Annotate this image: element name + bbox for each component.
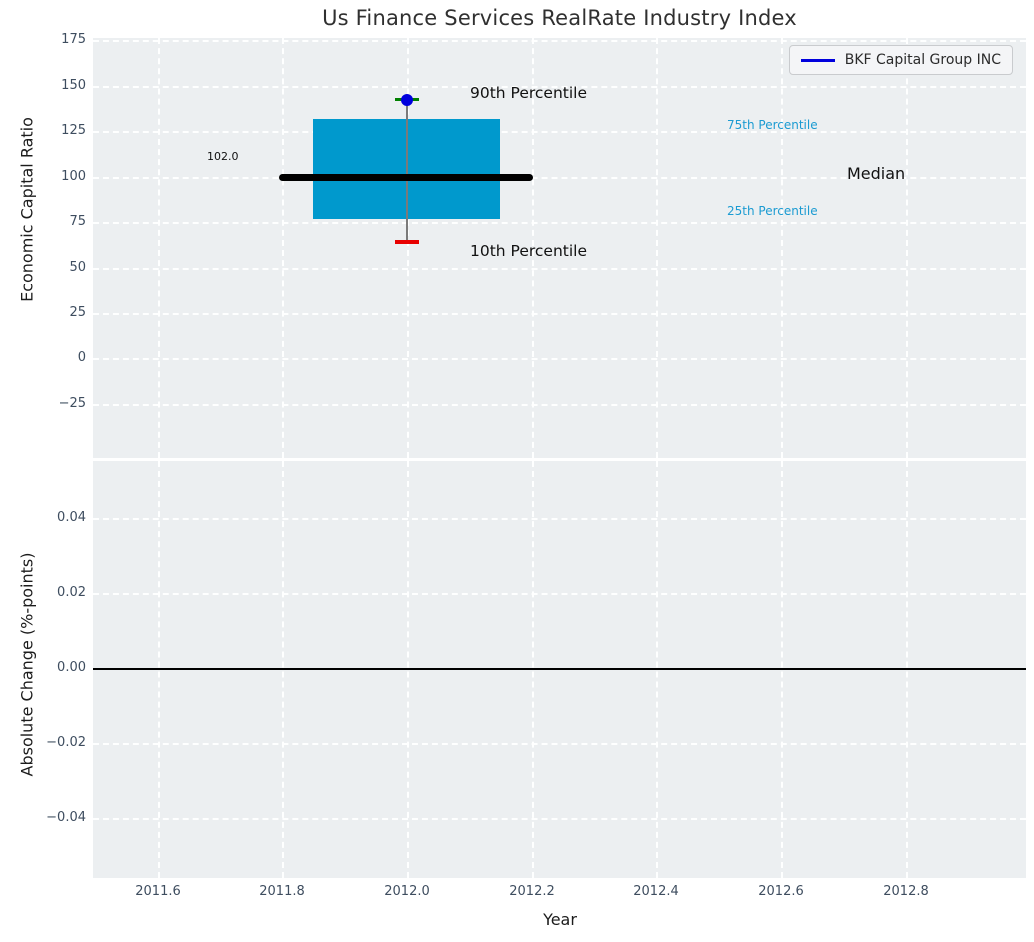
y-tick-label: 0.00 xyxy=(57,660,86,675)
gridline-horizontal xyxy=(93,743,1026,745)
x-tick-label: 2012.6 xyxy=(758,884,804,899)
gridline-horizontal xyxy=(93,518,1026,520)
y-tick-label: 0 xyxy=(77,350,86,365)
x-tick-label: 2011.8 xyxy=(259,884,305,899)
x-axis-label: Year xyxy=(543,910,577,929)
y-tick-label: 75 xyxy=(69,214,86,229)
gridline-vertical xyxy=(906,38,908,458)
y-tick-label: 0.04 xyxy=(57,510,86,525)
y-tick-label: 0.02 xyxy=(57,585,86,600)
bottom-y-axis-label: Absolute Change (%-points) xyxy=(17,552,37,777)
x-tick-label: 2012.0 xyxy=(384,884,430,899)
gridline-vertical xyxy=(158,38,160,458)
y-tick-label: 150 xyxy=(61,78,86,93)
gridline-vertical xyxy=(656,38,658,458)
y-tick-label: 100 xyxy=(61,169,86,184)
y-tick-label: 50 xyxy=(69,260,86,275)
gridline-horizontal xyxy=(93,593,1026,595)
y-tick-label: −0.02 xyxy=(46,735,86,750)
top-y-axis-label: Economic Capital Ratio xyxy=(17,117,37,302)
median-line xyxy=(279,174,533,181)
y-tick-label: −25 xyxy=(58,396,86,411)
gridline-horizontal xyxy=(93,131,1026,133)
y-tick-label: 175 xyxy=(61,32,86,47)
gridline-horizontal xyxy=(93,313,1026,315)
gridline-horizontal xyxy=(93,404,1026,406)
whisker-line xyxy=(406,100,408,242)
x-tick-label: 2012.4 xyxy=(633,884,679,899)
x-tick-label: 2012.8 xyxy=(883,884,929,899)
p75-annotation: 75th Percentile xyxy=(727,118,818,132)
y-tick-label: 125 xyxy=(61,123,86,138)
x-tick-label: 2012.2 xyxy=(509,884,555,899)
gridline-vertical xyxy=(781,38,783,458)
y-tick-label: 25 xyxy=(69,305,86,320)
p90-annotation: 90th Percentile xyxy=(470,84,588,102)
bottom-plot-area xyxy=(93,461,1026,878)
p10-annotation: 10th Percentile xyxy=(470,242,588,260)
gridline-horizontal xyxy=(93,222,1026,224)
zero-baseline xyxy=(93,668,1026,670)
top-plot-area: 90th Percentile 10th Percentile 102.0 75… xyxy=(93,38,1026,458)
median-value-annotation: 102.0 xyxy=(207,150,239,163)
figure: Us Finance Services RealRate Industry In… xyxy=(0,0,1034,942)
legend-line-sample xyxy=(800,58,835,62)
gridline-horizontal xyxy=(93,40,1026,42)
p10-whisker-cap xyxy=(395,240,419,244)
p25-annotation: 25th Percentile xyxy=(727,204,818,218)
company-marker-dot xyxy=(401,94,413,106)
legend-series-label: BKF Capital Group INC xyxy=(844,52,1001,68)
chart-title: Us Finance Services RealRate Industry In… xyxy=(322,6,797,30)
gridline-vertical xyxy=(282,38,284,458)
median-annotation: Median xyxy=(847,164,906,183)
legend: BKF Capital Group INC xyxy=(788,45,1013,75)
y-tick-label: −0.04 xyxy=(46,810,86,825)
gridline-horizontal xyxy=(93,358,1026,360)
x-tick-label: 2011.6 xyxy=(135,884,181,899)
gridline-horizontal xyxy=(93,818,1026,820)
gridline-horizontal xyxy=(93,268,1026,270)
